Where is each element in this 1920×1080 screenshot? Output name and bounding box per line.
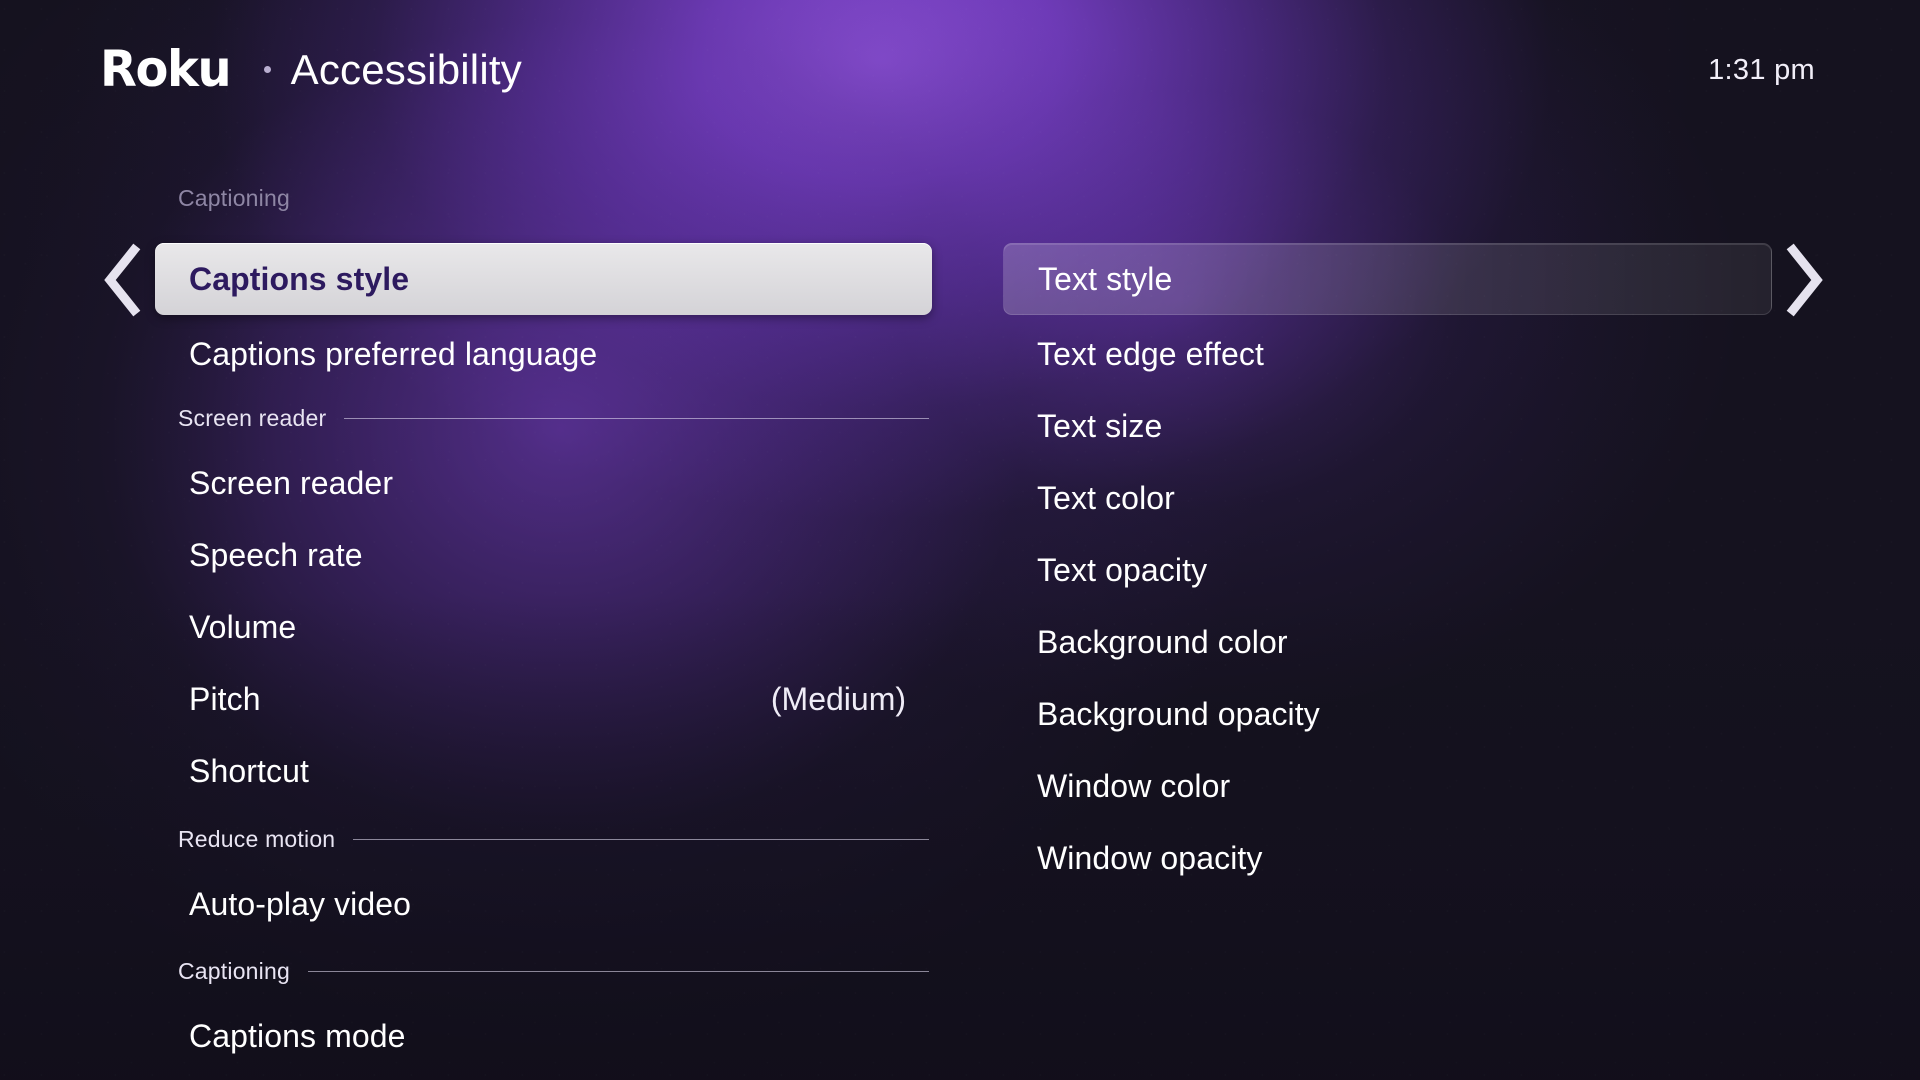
list-item-background-opacity[interactable]: Background opacity: [1003, 680, 1772, 748]
list-item-label: Speech rate: [189, 536, 363, 573]
list-item-label: Window opacity: [1037, 839, 1263, 876]
list-item-text-color[interactable]: Text color: [1003, 464, 1772, 532]
list-item-label: Captions preferred language: [189, 335, 598, 372]
list-item-label: Shortcut: [189, 752, 309, 789]
list-item-window-color[interactable]: Window color: [1003, 752, 1772, 820]
chevron-right-icon[interactable]: [1782, 243, 1828, 317]
list-item-auto-play-video[interactable]: Auto-play video: [155, 870, 932, 938]
section-header-reduce-motion: Reduce motion: [178, 826, 929, 853]
app-header: Roku Accessibility 1:31 pm: [0, 0, 1920, 150]
list-item-speech-rate[interactable]: Speech rate: [155, 521, 932, 589]
list-item-label: Text edge effect: [1037, 335, 1264, 372]
section-divider: [344, 418, 929, 419]
list-item-label: Text color: [1037, 479, 1175, 516]
list-item-volume[interactable]: Volume: [155, 593, 932, 661]
list-item-captions-mode[interactable]: Captions mode: [155, 1002, 932, 1070]
roku-logo: Roku: [100, 40, 232, 99]
list-item-label: Window color: [1037, 767, 1231, 804]
list-item-label: Screen reader: [189, 464, 394, 501]
list-item-label: Text size: [1037, 407, 1163, 444]
list-item-label: Volume: [189, 608, 297, 645]
section-header-label: Captioning: [178, 958, 290, 984]
list-item-label: Text style: [1038, 260, 1173, 297]
roku-accessibility-screen: Roku Accessibility 1:31 pm Captioning Ca…: [0, 0, 1920, 1080]
list-item-captions-style[interactable]: Captions style: [155, 243, 932, 315]
list-item-captions-preferred-language[interactable]: Captions preferred language: [155, 320, 932, 388]
section-header-captioning: Captioning: [178, 958, 929, 985]
list-item-label: Background color: [1037, 623, 1288, 660]
section-header-label: Reduce motion: [178, 826, 336, 852]
list-item-text-opacity[interactable]: Text opacity: [1003, 536, 1772, 604]
list-item-background-color[interactable]: Background color: [1003, 608, 1772, 676]
list-item-text-edge-effect[interactable]: Text edge effect: [1003, 320, 1772, 388]
section-divider: [353, 839, 929, 840]
breadcrumb: Roku Accessibility: [100, 40, 522, 99]
chevron-left-icon[interactable]: [98, 243, 144, 317]
status-clock: 1:31 pm: [1708, 54, 1815, 86]
section-header-label: Screen reader: [178, 405, 327, 431]
bullet-dot-icon: [263, 66, 271, 73]
list-item-label: Captions mode: [189, 1017, 406, 1054]
list-item-value: (Medium): [770, 680, 906, 717]
list-item-shortcut[interactable]: Shortcut: [155, 737, 932, 805]
list-item-label: Text opacity: [1037, 551, 1208, 588]
list-item-text-style[interactable]: Text style: [1003, 243, 1772, 315]
section-divider: [307, 971, 929, 972]
list-item-text-size[interactable]: Text size: [1003, 392, 1772, 460]
list-item-pitch[interactable]: Pitch (Medium): [155, 665, 932, 733]
section-header-screen-reader: Screen reader: [178, 405, 929, 432]
list-item-label: Captions style: [189, 260, 410, 297]
list-item-label: Background opacity: [1037, 695, 1320, 732]
page-title: Accessibility: [290, 45, 522, 93]
list-item-window-opacity[interactable]: Window opacity: [1003, 824, 1772, 892]
group-caption-captioning-top: Captioning: [178, 185, 290, 211]
list-item-label: Auto-play video: [189, 885, 412, 922]
list-item-label: Pitch: [189, 680, 261, 717]
list-item-screen-reader[interactable]: Screen reader: [155, 449, 932, 517]
